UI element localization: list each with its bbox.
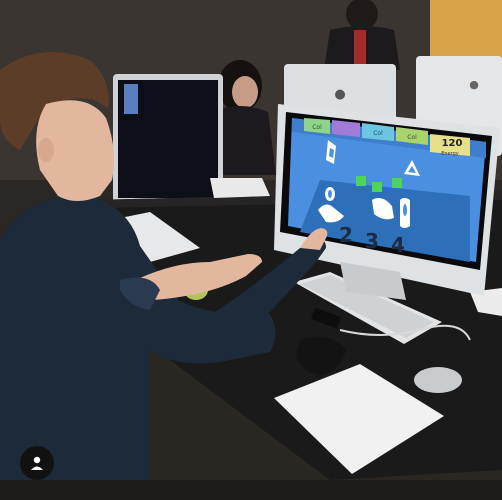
svg-text:●: ● — [469, 78, 479, 91]
floor-number-2: 2 — [339, 223, 353, 247]
floor-number-4: 4 — [391, 233, 405, 257]
score-value: 120 — [442, 138, 463, 149]
floor — [0, 480, 502, 500]
floor-number-3: 3 — [365, 229, 379, 253]
scene-illustration: ● ● Col Col Col 120 Energy 2 3 4 — [0, 0, 502, 500]
green-tile-b[interactable] — [372, 182, 382, 192]
svg-text:●: ● — [334, 87, 345, 102]
photo-scene: ● ● Col Col Col 120 Energy 2 3 4 — [0, 0, 502, 500]
svg-text:Col: Col — [373, 130, 383, 137]
user-icon — [31, 456, 43, 470]
profile-badge[interactable] — [20, 446, 54, 480]
paper-back — [210, 178, 270, 198]
green-tile-c[interactable] — [392, 178, 402, 188]
mouse — [414, 367, 462, 393]
svg-text:Col: Col — [407, 134, 417, 141]
game-tab-1[interactable] — [332, 120, 360, 137]
green-tile-a[interactable] — [356, 176, 366, 186]
score-label: Energy — [441, 151, 459, 157]
svg-text:Col: Col — [312, 124, 322, 131]
background-monitor-left — [113, 74, 223, 214]
